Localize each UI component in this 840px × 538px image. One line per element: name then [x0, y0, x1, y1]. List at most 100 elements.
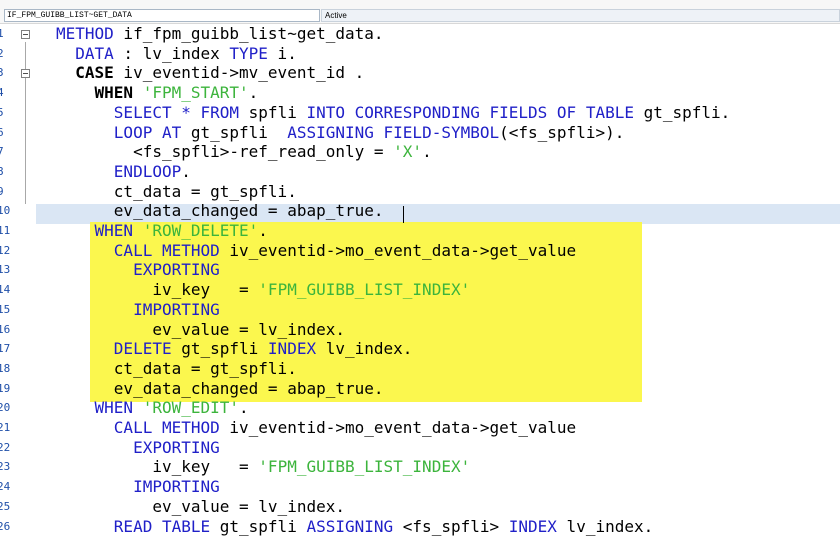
keyword: FROM [200, 102, 240, 122]
code-text: : lv_index [113, 43, 230, 63]
line-number: 7 [0, 142, 10, 162]
fold-toggle-icon[interactable] [21, 30, 30, 39]
code-text: lv_index. [316, 339, 413, 359]
string-literal: 'FPM_GUIBB_LIST_INDEX' [258, 280, 471, 300]
code-line[interactable]: WHEN 'FPM_START'. [56, 83, 259, 103]
line-number-label: 5 [0, 105, 4, 119]
keyword: CALL METHOD [56, 418, 220, 437]
code-line[interactable]: METHOD if_fpm_guibb_list~get_data. [56, 24, 384, 44]
line-number: 17 [0, 339, 10, 359]
code-line[interactable]: ENDLOOP. [56, 162, 191, 182]
code-text: iv_key = [56, 457, 259, 477]
line-number-label: 19 [0, 381, 11, 395]
line-number-label: 15 [0, 302, 11, 316]
fold-toggle-icon[interactable] [21, 69, 30, 79]
code-line[interactable]: iv_key = 'FPM_GUIBB_LIST_INDEX' [56, 280, 470, 300]
text-cursor [403, 206, 404, 223]
keyword: INDEX [508, 516, 557, 536]
code-line[interactable]: <fs_spfli>-ref_read_only = 'X'. [56, 142, 432, 162]
line-number-label: 9 [0, 184, 4, 198]
code-text: gt_spfli. [633, 102, 731, 122]
code-line[interactable]: ct_data = gt_spfli. [56, 182, 297, 202]
object-name-field[interactable]: IF_FPM_GUIBB_LIST~GET_DATA [4, 9, 320, 22]
line-number-label: 18 [0, 361, 11, 375]
keyword: IMPORTING [56, 299, 220, 319]
editor-title-bar: IF_FPM_GUIBB_LIST~GET_DATA Active [0, 0, 840, 24]
code-line[interactable]: IMPORTING [56, 477, 220, 497]
code-editor[interactable]: 1 2 3 4 5 6 7 8 9 10 11 12 13 14 15 16 17 18 19 20 21 22 23 24 2… [0, 24, 840, 538]
code-line[interactable]: ev_data_changed = abap_true. [56, 201, 384, 221]
line-number: 1 [0, 24, 10, 44]
line-number: 9 [0, 182, 10, 202]
code-text: gt_spfli [210, 516, 307, 536]
code-line[interactable]: SELECT * FROM spfli INTO CORRESPONDING F… [56, 102, 731, 123]
code-line[interactable]: IMPORTING [56, 300, 220, 320]
line-number-label: 17 [0, 342, 11, 356]
line-number-label: 14 [0, 283, 11, 297]
line-number: 4 [0, 83, 10, 103]
keyword: READ TABLE [56, 516, 211, 536]
line-number-label: 6 [0, 125, 4, 139]
code-text: spfli [239, 102, 307, 122]
code-line[interactable]: DATA : lv_index TYPE i. [56, 44, 297, 64]
code-text: iv_eventid->mo_event_data->get_value [219, 240, 577, 260]
code-text: <fs_spfli>-ref_read_only = [56, 142, 394, 162]
line-number-label: 23 [0, 460, 11, 474]
code-line[interactable]: EXPORTING [56, 260, 220, 280]
code-text: ev_data_changed = abap_true. [56, 378, 384, 398]
code-text: iv_eventid->mv_event_id . [113, 63, 365, 83]
line-number: 23 [0, 457, 10, 477]
line-number-label: 7 [0, 145, 4, 159]
keyword: WHEN [56, 221, 134, 240]
code-line[interactable]: CASE iv_eventid->mv_event_id . [56, 63, 364, 83]
code-line[interactable]: WHEN 'ROW_EDIT'. [56, 398, 249, 418]
code-line[interactable]: CALL METHOD iv_eventid->mo_event_data->g… [56, 418, 576, 438]
keyword: TYPE [229, 43, 268, 63]
code-line[interactable]: READ TABLE gt_spfli ASSIGNING <fs_spfli>… [56, 517, 653, 537]
code-text: <fs_spfli> [393, 516, 509, 536]
keyword: WHEN [56, 398, 134, 418]
keyword: SELECT [56, 102, 172, 122]
string-literal: 'ROW_DELETE' [142, 221, 259, 240]
line-number: 11 [0, 221, 10, 241]
code-text: gt_spfli [171, 339, 268, 359]
string-literal: 'X' [393, 142, 423, 162]
code-line[interactable]: ev_value = lv_index. [56, 320, 345, 340]
line-number: 18 [0, 359, 10, 379]
code-line[interactable]: ev_data_changed = abap_true. [56, 379, 384, 399]
code-line[interactable]: LOOP AT gt_spfli ASSIGNING FIELD-SYMBOL(… [56, 123, 625, 143]
line-number: 3 [0, 63, 10, 83]
code-line[interactable]: EXPORTING [56, 438, 220, 458]
code-text: ct_data = gt_spfli. [56, 181, 297, 201]
code-line[interactable]: DELETE gt_spfli INDEX lv_index. [56, 339, 413, 359]
line-number: 10 [0, 201, 10, 221]
keyword: CALL METHOD [56, 240, 220, 260]
code-line[interactable]: WHEN 'ROW_DELETE'. [56, 221, 268, 241]
line-number-label: 10 [0, 204, 11, 218]
code-text: . [422, 142, 432, 162]
code-text: if_fpm_guibb_list~get_data. [113, 24, 384, 43]
code-text: iv_eventid->mo_event_data->get_value [219, 418, 577, 437]
fold-guide [25, 42, 26, 204]
line-number-label: 1 [0, 27, 4, 40]
keyword: EXPORTING [56, 437, 220, 457]
line-number-label: 13 [0, 263, 11, 277]
line-number-label: 25 [0, 499, 11, 513]
line-number: 25 [0, 497, 10, 517]
line-number-label: 21 [0, 421, 11, 434]
line-number: 2 [0, 44, 10, 64]
line-number-label: 20 [0, 401, 11, 415]
line-number-label: 12 [0, 243, 11, 257]
code-line[interactable]: CALL METHOD iv_eventid->mo_event_data->g… [56, 241, 576, 261]
code-text: ev_value = lv_index. [56, 496, 345, 516]
code-line[interactable]: iv_key = 'FPM_GUIBB_LIST_INDEX' [56, 457, 470, 477]
line-number: 13 [0, 260, 10, 280]
code-line[interactable]: ct_data = gt_spfli. [56, 359, 297, 379]
keyword: ENDLOOP [56, 161, 182, 181]
code-line[interactable]: ev_value = lv_index. [56, 497, 345, 517]
code-text: i. [267, 43, 297, 63]
line-number-label: 2 [0, 46, 4, 60]
string-literal: 'FPM_GUIBB_LIST_INDEX' [258, 457, 471, 477]
